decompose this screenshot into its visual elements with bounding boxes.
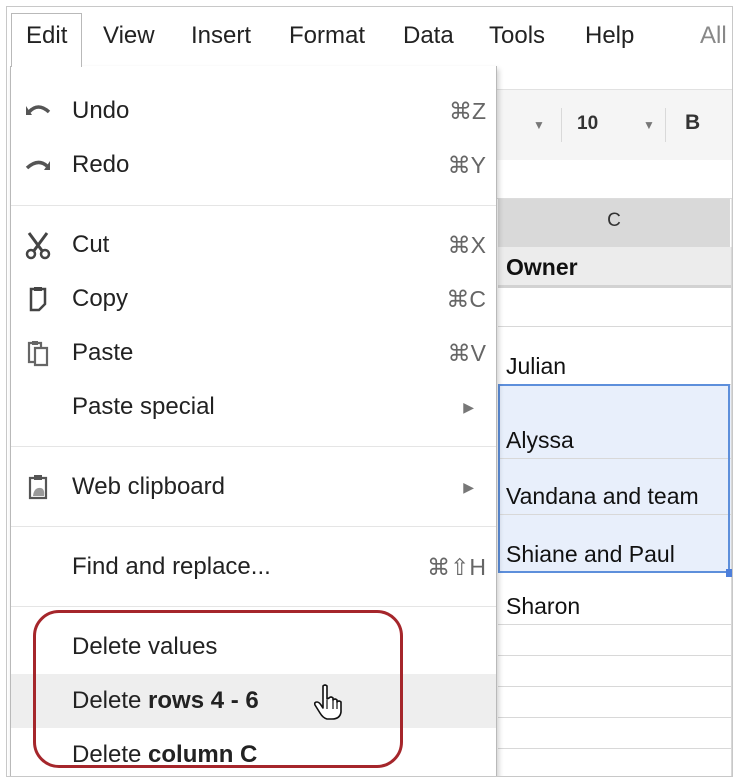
font-dropdown-caret-icon[interactable]: ▼ xyxy=(533,118,545,132)
menu-item-shortcut: ⌘⇧H xyxy=(427,554,486,580)
menu-item-label: Delete column C xyxy=(72,728,258,776)
menu-item-find-replace[interactable]: Find and replace... ⌘⇧H xyxy=(11,540,496,594)
menu-item-label-bold: rows 4 - 6 xyxy=(148,687,259,714)
table-row[interactable]: Owner xyxy=(498,247,732,288)
submenu-arrow-icon: ▶ xyxy=(463,399,474,415)
table-row[interactable]: Shiane and Paul xyxy=(498,515,732,573)
menu-item-shortcut: ⌘X xyxy=(447,232,486,258)
menu-item-paste-special[interactable]: Paste special ▶ xyxy=(11,380,496,434)
menu-item-label: Delete values xyxy=(72,633,218,660)
menu-item-label: Undo xyxy=(72,97,130,124)
hand-pointer-cursor-icon xyxy=(313,683,343,726)
cell[interactable]: Vandana and team xyxy=(506,483,699,510)
menu-item-label: Paste special xyxy=(72,393,215,420)
menu-format[interactable]: Format xyxy=(289,21,365,51)
submenu-arrow-icon: ▶ xyxy=(463,479,474,495)
menu-item-delete-column[interactable]: Delete column C xyxy=(11,728,496,776)
menu-item-shortcut: ⌘Z xyxy=(448,98,486,124)
table-row[interactable]: Alyssa xyxy=(498,385,732,459)
menu-data[interactable]: Data xyxy=(403,21,454,51)
table-row[interactable] xyxy=(498,656,732,687)
cell[interactable]: Shiane and Paul xyxy=(506,541,675,568)
menu-separator xyxy=(11,205,496,206)
column-divider xyxy=(731,247,732,776)
menu-separator xyxy=(11,446,496,447)
font-size-caret-icon[interactable]: ▼ xyxy=(643,118,655,132)
sheet-grid: Owner Julian Alyssa Vandana and team Shi… xyxy=(498,247,732,776)
table-row[interactable] xyxy=(498,625,732,656)
cell[interactable]: Alyssa xyxy=(506,427,574,454)
fill-handle[interactable] xyxy=(726,569,732,577)
menu-item-label: Redo xyxy=(72,151,130,178)
menu-item-label: Copy xyxy=(72,285,129,312)
clipboard-icon xyxy=(23,472,53,502)
toolbar-separator xyxy=(665,108,666,142)
menu-bar: Edit View Insert Format Data Tools Help … xyxy=(7,7,732,67)
menu-separator xyxy=(11,606,496,607)
cell[interactable]: Sharon xyxy=(506,593,580,620)
menu-item-label: Web clipboard xyxy=(72,473,225,500)
column-header-next[interactable] xyxy=(731,199,732,247)
formula-bar[interactable] xyxy=(495,160,732,199)
menu-item-cut[interactable]: Cut ⌘X xyxy=(11,218,496,272)
menu-view[interactable]: View xyxy=(103,21,155,51)
app-frame: Edit View Insert Format Data Tools Help … xyxy=(6,6,733,777)
menu-item-web-clipboard[interactable]: Web clipboard ▶ xyxy=(11,460,496,514)
table-row[interactable]: Vandana and team xyxy=(498,459,732,515)
menu-all-changes[interactable]: All xyxy=(700,21,727,51)
menu-item-label: Paste xyxy=(72,339,134,366)
paste-icon xyxy=(23,338,53,368)
menu-item-paste[interactable]: Paste ⌘V xyxy=(11,326,496,380)
table-row[interactable] xyxy=(498,288,732,327)
menu-help[interactable]: Help xyxy=(585,21,634,51)
table-row[interactable]: Julian xyxy=(498,327,732,385)
menu-insert[interactable]: Insert xyxy=(191,21,251,51)
menu-item-label: Delete rows 4 - 6 xyxy=(72,674,259,728)
redo-icon xyxy=(23,150,53,180)
menu-item-label-bold: column C xyxy=(148,741,258,768)
menu-item-copy[interactable]: Copy ⌘C xyxy=(11,272,496,326)
menu-edit[interactable]: Edit xyxy=(11,13,83,67)
cell[interactable]: Julian xyxy=(506,353,566,380)
column-header-c[interactable]: C xyxy=(498,199,730,248)
menu-item-shortcut: ⌘V xyxy=(447,340,486,366)
menu-item-shortcut: ⌘C xyxy=(446,286,486,312)
menu-item-label: Find and replace... xyxy=(72,553,271,580)
menu-item-shortcut: ⌘Y xyxy=(447,152,486,178)
table-row[interactable] xyxy=(498,718,732,749)
menu-item-delete-values[interactable]: Delete values xyxy=(11,620,496,674)
font-size-value[interactable]: 10 xyxy=(577,113,598,135)
cell-owner-header[interactable]: Owner xyxy=(506,254,578,281)
scissors-icon xyxy=(23,230,53,260)
menu-item-undo[interactable]: Undo ⌘Z xyxy=(11,84,496,138)
copy-icon xyxy=(23,284,53,314)
undo-icon xyxy=(23,96,53,126)
menu-item-label-prefix: Delete xyxy=(72,741,149,768)
menu-separator xyxy=(11,526,496,527)
menu-item-delete-rows[interactable]: Delete rows 4 - 6 xyxy=(11,674,496,728)
edit-menu-dropdown: Undo ⌘Z Redo ⌘Y Cut ⌘X Copy ⌘C Paste ⌘V … xyxy=(10,66,497,776)
menu-item-label-prefix: Delete xyxy=(72,687,149,714)
table-row[interactable]: Sharon xyxy=(498,573,732,625)
toolbar-separator xyxy=(561,108,562,142)
menu-tools[interactable]: Tools xyxy=(489,21,545,51)
toolbar: ▼ 10 ▼ B xyxy=(495,89,732,161)
menu-item-label: Cut xyxy=(72,231,110,258)
menu-item-redo[interactable]: Redo ⌘Y xyxy=(11,138,496,192)
table-row[interactable] xyxy=(498,687,732,718)
bold-button[interactable]: B xyxy=(685,111,700,135)
